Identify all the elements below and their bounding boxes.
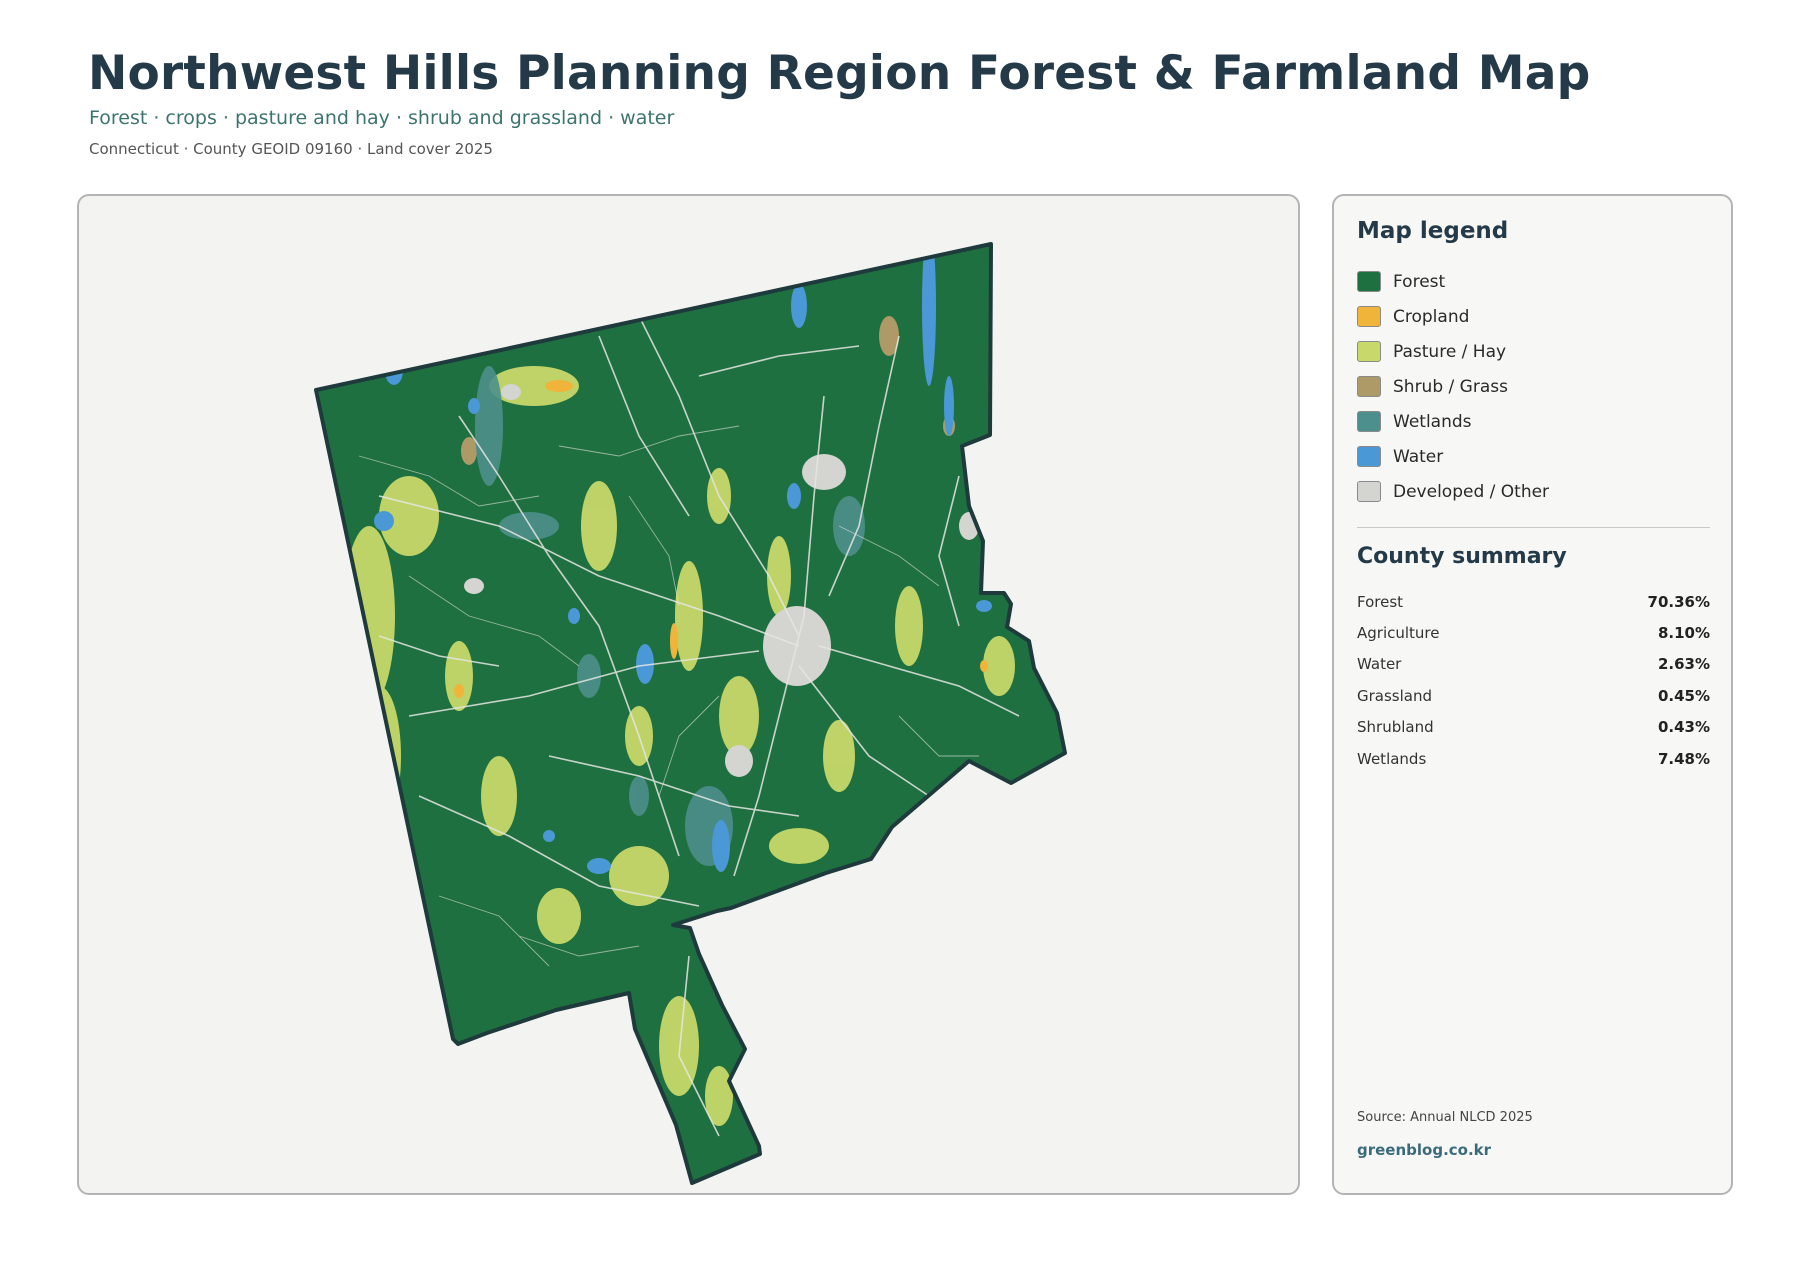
legend-item-water: Water (1357, 439, 1707, 474)
summary-value: 7.48% (1657, 749, 1710, 768)
summary-row-water: Water 2.63% (1357, 649, 1710, 680)
legend-list: Forest Cropland Pasture / Hay Shrub / Gr… (1357, 264, 1707, 509)
summary-value: 8.10% (1657, 624, 1710, 643)
legend-label: Wetlands (1393, 411, 1472, 432)
wetlands-swatch (1357, 411, 1381, 432)
summary-value: 2.63% (1657, 655, 1710, 674)
summary-label: Forest (1357, 592, 1404, 611)
page-meta: Connecticut · County GEOID 09160 · Land … (89, 140, 493, 158)
legend-item-wetlands: Wetlands (1357, 404, 1707, 439)
legend-label: Pasture / Hay (1393, 341, 1507, 362)
summary-value: 0.43% (1657, 718, 1710, 737)
shrub-swatch (1357, 376, 1381, 397)
legend-label: Developed / Other (1393, 481, 1550, 502)
summary-list: Forest 70.36% Agriculture 8.10% Water 2.… (1357, 586, 1710, 774)
summary-title: County summary (1357, 544, 1567, 569)
summary-row-wetlands: Wetlands 7.48% (1357, 743, 1710, 774)
legend-item-forest: Forest (1357, 264, 1707, 299)
forest-swatch (1357, 271, 1381, 292)
summary-label: Wetlands (1357, 749, 1427, 768)
summary-row-grassland: Grassland 0.45% (1357, 680, 1710, 711)
legend-title: Map legend (1357, 218, 1509, 244)
summary-row-agriculture: Agriculture 8.10% (1357, 617, 1710, 648)
legend-item-developed: Developed / Other (1357, 474, 1707, 509)
map-panel[interactable]: N (77, 194, 1300, 1195)
legend-label: Shrub / Grass (1393, 376, 1508, 397)
developed-swatch (1357, 481, 1381, 502)
land-cover-layer (316, 244, 1065, 1183)
legend-label: Forest (1393, 271, 1446, 292)
legend-panel: Map legend Forest Cropland Pasture / Hay… (1332, 194, 1733, 1195)
summary-value: 0.45% (1657, 686, 1710, 705)
legend-item-pasture: Pasture / Hay (1357, 334, 1707, 369)
summary-label: Water (1357, 655, 1402, 674)
summary-value: 70.36% (1647, 592, 1710, 611)
pasture-swatch (1357, 341, 1381, 362)
legend-label: Water (1393, 446, 1444, 467)
map-page: Northwest Hills Planning Region Forest &… (0, 0, 1800, 1273)
page-subtitle: Forest · crops · pasture and hay · shrub… (89, 107, 675, 129)
summary-label: Shrubland (1357, 718, 1434, 737)
summary-label: Agriculture (1357, 624, 1440, 643)
summary-row-forest: Forest 70.36% (1357, 586, 1710, 617)
legend-item-cropland: Cropland (1357, 299, 1707, 334)
cropland-swatch (1357, 306, 1381, 327)
source-note: Source: Annual NLCD 2025 (1357, 1110, 1533, 1125)
legend-divider (1357, 527, 1710, 528)
summary-label: Grassland (1357, 686, 1432, 705)
page-title: Northwest Hills Planning Region Forest &… (88, 46, 1591, 101)
water-swatch (1357, 446, 1381, 467)
site-link[interactable]: greenblog.co.kr (1357, 1141, 1491, 1159)
county-map[interactable] (79, 196, 1300, 1195)
summary-row-shrubland: Shrubland 0.43% (1357, 712, 1710, 743)
legend-label: Cropland (1393, 306, 1470, 327)
legend-item-shrub: Shrub / Grass (1357, 369, 1707, 404)
